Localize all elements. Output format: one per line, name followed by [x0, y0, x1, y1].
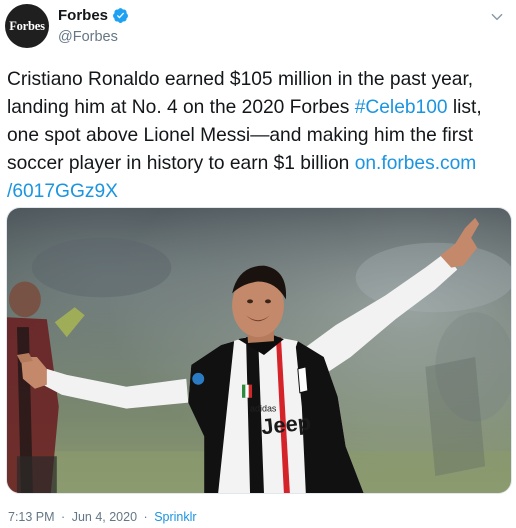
- tweet-text-line-1: Cristiano Ronaldo earned $105 million in…: [7, 66, 513, 94]
- avatar-logo-text: Forbes: [9, 18, 45, 33]
- kit-brand-text: adidas: [250, 404, 277, 414]
- tweet-text-segment: Cristiano Ronaldo earned $105 million in…: [7, 69, 474, 90]
- hashtag-link[interactable]: #Celeb100: [355, 97, 448, 118]
- avatar[interactable]: Forbes: [5, 4, 49, 48]
- article-link-part-2[interactable]: /6017GGz9X: [7, 181, 118, 202]
- tweet-meta: 7:13 PM · Jun 4, 2020 · Sprinklr: [8, 510, 197, 524]
- meta-separator: ·: [61, 510, 66, 524]
- tweet-photo[interactable]: adidas Jeep: [6, 207, 512, 494]
- photo-soccer-player-celebrating: adidas Jeep: [7, 208, 511, 493]
- meta-separator: ·: [143, 510, 148, 524]
- tweet-date[interactable]: Jun 4, 2020: [72, 510, 137, 524]
- author-name-row: Forbes: [58, 7, 129, 24]
- tweet-card: Forbes Forbes @Forbes Cristiano Ronaldo …: [0, 0, 516, 528]
- tweet-text-segment: soccer player in history to earn $1 bill…: [7, 153, 355, 174]
- tweet-text-line-3: one spot above Lionel Messi—and making h…: [7, 122, 513, 150]
- tweet-text-line-4: soccer player in history to earn $1 bill…: [7, 150, 513, 178]
- tweet-text-line-5: /6017GGz9X: [7, 178, 513, 206]
- verified-badge-icon: [113, 8, 128, 23]
- tweet-menu-button[interactable]: [486, 6, 508, 28]
- chevron-down-icon: [491, 13, 503, 21]
- kit-sponsor-text: Jeep: [260, 409, 312, 439]
- tweet-text-line-2: landing him at No. 4 on the 2020 Forbes …: [7, 94, 513, 122]
- tweet-time[interactable]: 7:13 PM: [8, 510, 55, 524]
- handle[interactable]: @Forbes: [58, 29, 118, 45]
- article-link-part-1[interactable]: on.forbes.com: [355, 153, 477, 174]
- tweet-text: Cristiano Ronaldo earned $105 million in…: [7, 66, 513, 206]
- tweet-source-link[interactable]: Sprinklr: [154, 510, 196, 524]
- tweet-text-segment: list,: [447, 97, 482, 118]
- tweet-text-segment: one spot above Lionel Messi—and making h…: [7, 125, 474, 146]
- tweet-text-segment: landing him at No. 4 on the 2020 Forbes: [7, 97, 355, 118]
- display-name[interactable]: Forbes: [58, 7, 108, 24]
